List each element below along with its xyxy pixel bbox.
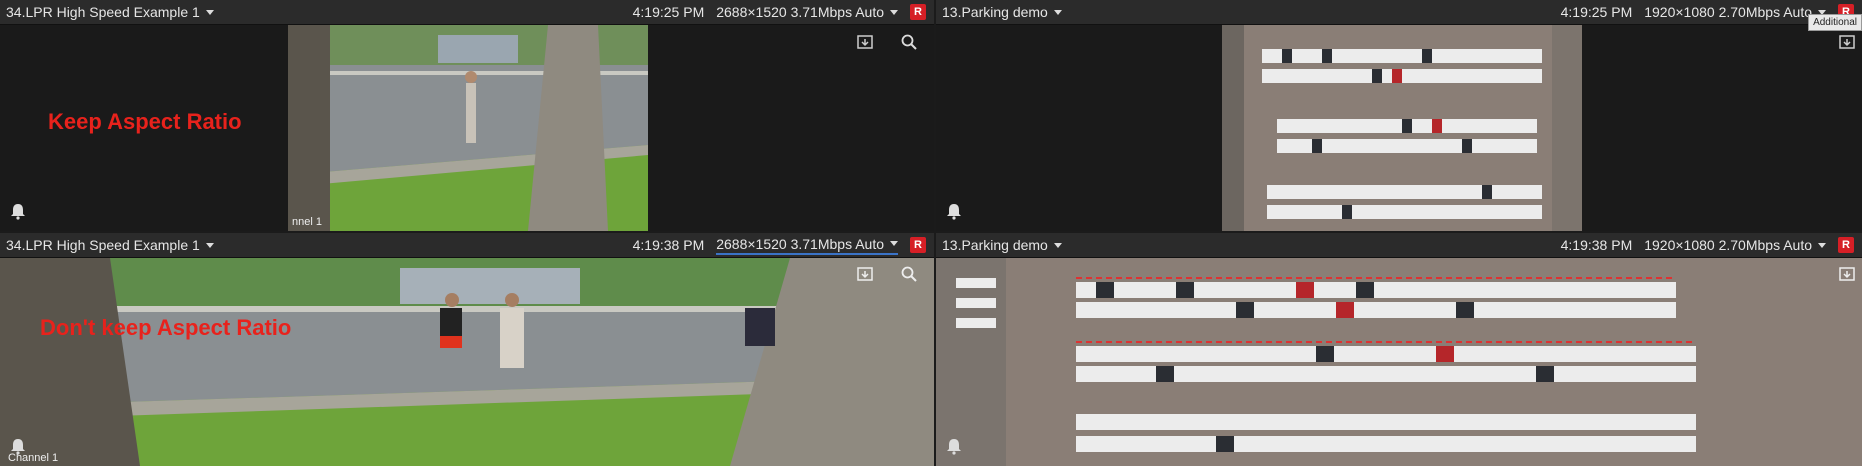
stream-selector[interactable]: 1920×1080 2.70Mbps Auto bbox=[1644, 237, 1826, 253]
street-scene-stretched-image bbox=[0, 258, 934, 466]
stream-info: 2688×1520 3.71Mbps Auto bbox=[716, 4, 884, 20]
record-button[interactable]: R bbox=[910, 4, 926, 20]
snapshot-icon bbox=[1839, 267, 1855, 281]
snapshot-button[interactable] bbox=[1836, 263, 1858, 285]
timestamp: 4:19:25 PM bbox=[1560, 4, 1633, 20]
annotation-text: Keep Aspect Ratio bbox=[48, 109, 242, 134]
chevron-down-icon bbox=[890, 9, 898, 15]
pane-header: 13.Parking demo 4:19:25 PM 1920×1080 2.7… bbox=[936, 0, 1862, 25]
annotation-text: Don't keep Aspect Ratio bbox=[40, 315, 292, 340]
snapshot-icon bbox=[857, 267, 873, 281]
zoom-button[interactable] bbox=[898, 263, 920, 285]
record-button[interactable]: R bbox=[1838, 237, 1854, 253]
camera-name: 13.Parking demo bbox=[942, 4, 1048, 20]
camera-name: 13.Parking demo bbox=[942, 237, 1048, 253]
camera-selector[interactable]: 13.Parking demo bbox=[942, 4, 1062, 20]
pane-header: 13.Parking demo 4:19:38 PM 1920×1080 2.7… bbox=[936, 233, 1862, 258]
stream-selector[interactable]: 2688×1520 3.71Mbps Auto bbox=[716, 4, 898, 20]
chevron-down-icon bbox=[205, 9, 214, 15]
snapshot-button[interactable] bbox=[854, 31, 876, 53]
video-feed[interactable] bbox=[936, 25, 1862, 231]
video-pane-bottom-left[interactable]: 34.LPR High Speed Example 1 4:19:38 PM 2… bbox=[0, 233, 934, 466]
tooltip: Additional bbox=[1808, 14, 1862, 31]
video-feed[interactable]: Don't keep Aspect Ratio Channel 1 bbox=[0, 258, 934, 466]
stream-selector[interactable]: 1920×1080 2.70Mbps Auto bbox=[1644, 4, 1826, 20]
chevron-down-icon bbox=[1053, 9, 1062, 15]
stream-info: 1920×1080 2.70Mbps Auto bbox=[1644, 237, 1812, 253]
chevron-down-icon bbox=[1053, 242, 1062, 248]
camera-selector[interactable]: 13.Parking demo bbox=[942, 237, 1062, 253]
snapshot-button[interactable] bbox=[854, 263, 876, 285]
channel-label: nnel 1 bbox=[292, 216, 322, 228]
parking-lot-image bbox=[1222, 25, 1582, 231]
video-pane-top-left[interactable]: 34.LPR High Speed Example 1 4:19:25 PM 2… bbox=[0, 0, 934, 231]
snapshot-icon bbox=[1839, 35, 1855, 49]
zoom-button[interactable] bbox=[898, 31, 920, 53]
snapshot-button[interactable] bbox=[1836, 31, 1858, 53]
parking-lot-stretched-image bbox=[936, 258, 1862, 466]
chevron-down-icon bbox=[890, 241, 898, 246]
video-pane-top-right[interactable]: 13.Parking demo 4:19:25 PM 1920×1080 2.7… bbox=[936, 0, 1862, 231]
stream-info: 2688×1520 3.71Mbps Auto bbox=[716, 235, 884, 252]
chevron-down-icon bbox=[205, 242, 214, 248]
timestamp: 4:19:38 PM bbox=[632, 237, 705, 253]
video-feed[interactable]: Keep Aspect Ratio nnel 1 bbox=[0, 25, 934, 231]
pane-header: 34.LPR High Speed Example 1 4:19:25 PM 2… bbox=[0, 0, 934, 25]
camera-name: 34.LPR High Speed Example 1 bbox=[6, 4, 200, 20]
alarm-bell-icon[interactable] bbox=[944, 201, 964, 221]
timestamp: 4:19:25 PM bbox=[632, 4, 705, 20]
camera-name: 34.LPR High Speed Example 1 bbox=[6, 237, 200, 253]
stream-selector[interactable]: 2688×1520 3.71Mbps Auto bbox=[716, 236, 898, 255]
alarm-bell-icon[interactable] bbox=[8, 201, 28, 221]
record-button[interactable]: R bbox=[910, 237, 926, 253]
camera-selector[interactable]: 34.LPR High Speed Example 1 bbox=[6, 4, 214, 20]
video-pane-bottom-right[interactable]: 13.Parking demo 4:19:38 PM 1920×1080 2.7… bbox=[936, 233, 1862, 466]
street-scene-image bbox=[288, 25, 648, 231]
search-icon bbox=[901, 34, 917, 50]
alarm-bell-icon[interactable] bbox=[8, 436, 28, 456]
stream-info: 1920×1080 2.70Mbps Auto bbox=[1644, 4, 1812, 20]
camera-selector[interactable]: 34.LPR High Speed Example 1 bbox=[6, 237, 214, 253]
chevron-down-icon bbox=[1818, 242, 1826, 248]
alarm-bell-icon[interactable] bbox=[944, 436, 964, 456]
search-icon bbox=[901, 266, 917, 282]
video-feed[interactable] bbox=[936, 258, 1862, 466]
timestamp: 4:19:38 PM bbox=[1560, 237, 1633, 253]
snapshot-icon bbox=[857, 35, 873, 49]
pane-header: 34.LPR High Speed Example 1 4:19:38 PM 2… bbox=[0, 233, 934, 258]
